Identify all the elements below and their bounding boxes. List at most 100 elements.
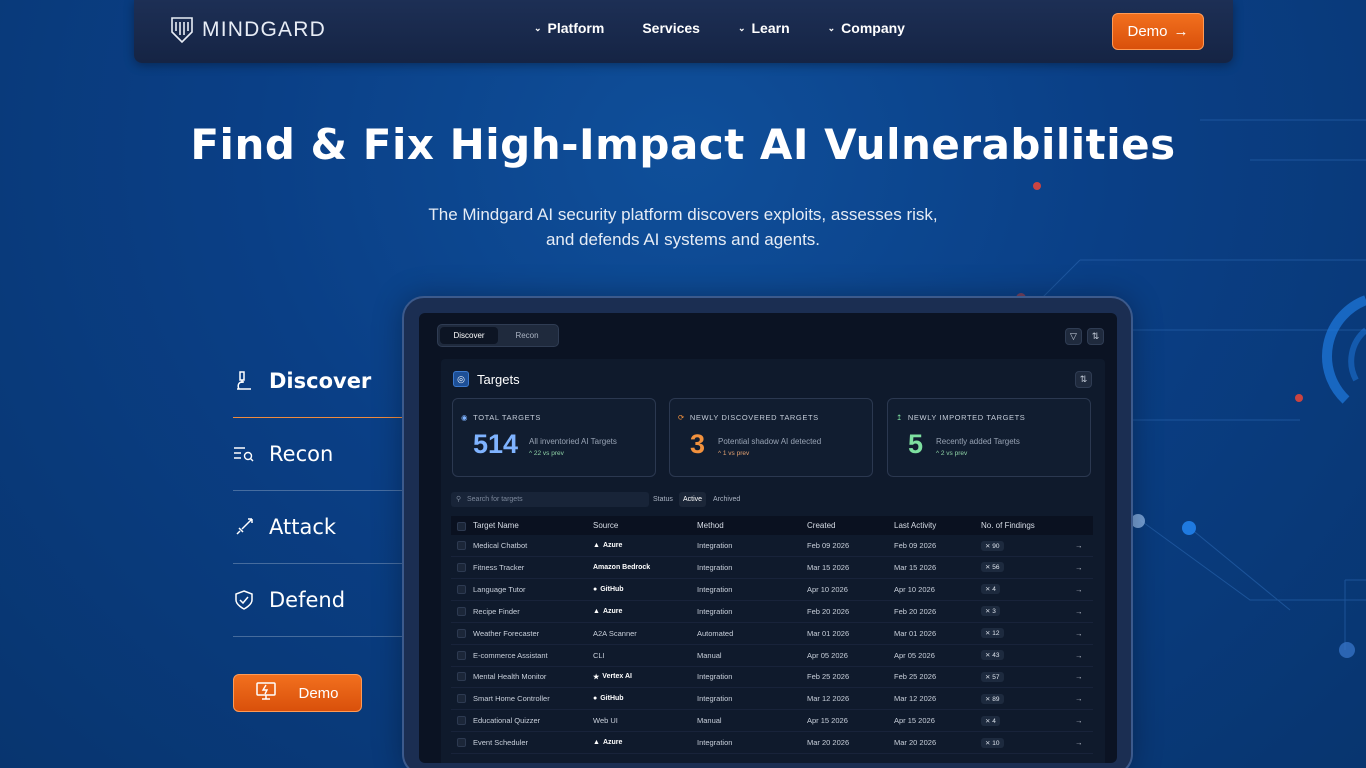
col-method[interactable]: Method [697, 516, 724, 535]
row-arrow-icon[interactable]: → [1075, 601, 1083, 622]
filter-icon[interactable]: ▽ [1065, 328, 1082, 345]
source-text: A2A Scanner [593, 628, 637, 638]
findings-badge: ⨯ 10 [981, 737, 1004, 748]
row-checkbox[interactable] [457, 716, 466, 726]
stat-delta-text: 2 vs prev [940, 450, 968, 457]
cell-source: ★ Vertex AI [593, 666, 632, 687]
table-row[interactable]: Language Tutor ● GitHub Integration Apr 1… [451, 579, 1093, 601]
row-checkbox[interactable] [457, 650, 466, 660]
row-checkbox[interactable] [457, 541, 466, 550]
segment-recon[interactable]: Recon [498, 327, 556, 344]
table-row[interactable]: E-commerce Assistant CLI Manual Apr 05 2… [451, 645, 1093, 667]
cell-source: A2A Scanner [593, 623, 637, 644]
chevron-down-icon: ⌄ [534, 22, 542, 33]
nav-learn[interactable]: ⌄ Learn [738, 20, 790, 36]
cell-method: Automated [697, 628, 734, 638]
table-row[interactable]: Medical Chatbot ▲ Azure Integration Feb 0… [451, 535, 1093, 557]
tab-discover[interactable]: Discover [233, 345, 402, 418]
source-label: A2A Scanner [593, 629, 637, 638]
app-screen: Discover Recon ▽ ⇅ ◎ Targets ⇅ ◉ TOTAL TA… [419, 313, 1117, 763]
brand-name: MINDGARD [202, 18, 326, 41]
row-checkbox[interactable] [457, 628, 466, 638]
table-row[interactable]: Weather Forecaster A2A Scanner Automated… [451, 623, 1093, 645]
cell-last-activity: Mar 01 2026 [894, 628, 937, 638]
panel-sort-icon[interactable]: ⇅ [1075, 371, 1092, 388]
chevron-down-icon: ⌄ [737, 22, 746, 33]
findings-count: 89 [992, 695, 1000, 703]
row-arrow-icon[interactable]: → [1075, 579, 1083, 600]
cell-created: Mar 12 2026 [807, 694, 850, 704]
source-text: Web UI [593, 716, 618, 726]
findings-count: 10 [992, 739, 1000, 747]
source-label: ▲ Azure [593, 542, 622, 549]
nav-platform[interactable]: ⌄ Platform [534, 20, 604, 36]
findings-count: 4 [992, 586, 996, 594]
findings-badge: ⨯ 56 [981, 562, 1004, 573]
sort-icon[interactable]: ⇅ [1087, 328, 1104, 345]
tab-defend[interactable]: Defend [233, 564, 402, 637]
cell-created: Apr 15 2026 [807, 716, 848, 726]
col-source[interactable]: Source [593, 516, 618, 535]
table-row[interactable]: Event Scheduler ▲ Azure Integration Mar 2… [451, 732, 1093, 755]
findings-count: 4 [992, 717, 996, 725]
row-checkbox[interactable] [457, 694, 466, 704]
cell-target-name: Weather Forecaster [473, 628, 540, 638]
cell-method: Integration [697, 694, 733, 704]
row-arrow-icon[interactable]: → [1075, 688, 1083, 709]
row-checkbox[interactable] [457, 672, 466, 682]
stat-value: 3 [690, 429, 706, 459]
stat-delta-text: 22 vs prev [533, 450, 564, 457]
tab-attack[interactable]: Attack [233, 491, 402, 564]
brand-logo[interactable]: MINDGARD [170, 16, 326, 44]
row-arrow-icon[interactable]: → [1075, 732, 1083, 753]
row-checkbox[interactable] [457, 606, 466, 616]
row-arrow-icon[interactable]: → [1075, 535, 1083, 556]
tab-recon[interactable]: Recon [233, 418, 402, 491]
nav-demo-button[interactable]: Demo → [1112, 13, 1204, 50]
cell-source: ▲ Azure [593, 601, 622, 622]
feature-tabs: Discover Recon Attack Defend [233, 345, 402, 637]
nav-company[interactable]: ⌄ Company [828, 20, 905, 36]
row-arrow-icon[interactable]: → [1075, 623, 1083, 644]
source-label: ● GitHub [593, 695, 624, 702]
source-label: Web UI [593, 716, 618, 725]
row-arrow-icon[interactable]: → [1075, 710, 1083, 731]
panel-title: ◎ Targets [453, 371, 520, 387]
cell-method: Integration [697, 584, 733, 594]
vertex-ai-logo-icon: ★ [593, 673, 600, 681]
col-last-activity[interactable]: Last Activity [894, 516, 936, 535]
segment-discover[interactable]: Discover [440, 327, 498, 344]
search-input[interactable]: ⚲ Search for targets [451, 492, 649, 507]
table-row[interactable]: Educational Quizzer Web UI Manual Apr 15… [451, 710, 1093, 733]
nav-services[interactable]: Services [642, 20, 700, 36]
table-row[interactable]: Smart Home Controller ● GitHub Integratio… [451, 688, 1093, 711]
azure-logo-icon: ▲ [593, 607, 600, 615]
row-checkbox[interactable] [457, 738, 466, 748]
row-checkbox[interactable] [457, 562, 466, 572]
col-target-name[interactable]: Target Name [473, 516, 519, 535]
cell-source: ▲ Azure [593, 535, 622, 556]
col-findings[interactable]: No. of Findings [981, 516, 1035, 535]
cell-source: Amazon Bedrock [593, 557, 650, 578]
left-demo-button[interactable]: Demo [233, 674, 362, 712]
source-label: ▲ Azure [593, 608, 622, 615]
nav-learn-label: Learn [751, 20, 790, 36]
row-arrow-icon[interactable]: → [1075, 557, 1083, 578]
filter-active[interactable]: Active [679, 492, 707, 507]
source-label: ★ Vertex AI [593, 673, 632, 681]
cell-target-name: Mental Health Monitor [473, 672, 547, 682]
row-checkbox[interactable] [457, 584, 466, 594]
table-row[interactable]: Mental Health Monitor ★ Vertex AI Integra… [451, 666, 1093, 689]
row-arrow-icon[interactable]: → [1075, 666, 1083, 687]
row-arrow-icon[interactable]: → [1075, 645, 1083, 666]
github-logo-icon: ● [593, 695, 598, 703]
select-all-checkbox[interactable] [457, 522, 466, 531]
cell-method: Manual [697, 650, 722, 660]
source-text: Azure [602, 739, 623, 747]
table-row[interactable]: Recipe Finder ▲ Azure Integration Feb 20 … [451, 601, 1093, 623]
targets-panel: ◎ Targets ⇅ ◉ TOTAL TARGETS 514 All inven… [441, 359, 1105, 763]
filter-archived[interactable]: Archived [709, 492, 744, 507]
table-row[interactable]: Fitness Tracker Amazon Bedrock Integrati… [451, 557, 1093, 579]
col-created[interactable]: Created [807, 516, 835, 535]
cell-last-activity: Apr 10 2026 [894, 584, 935, 594]
